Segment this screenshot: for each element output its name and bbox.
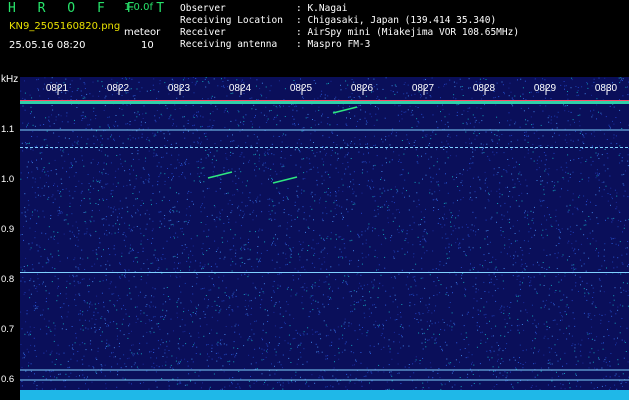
spectrogram-plot[interactable]: 0821 0822 0823 0824 0825 0826 0827 0828 0829 0830 [20,77,629,400]
carrier-band-edge [20,100,629,101]
app-version: 1.0.0f [124,2,153,13]
y-tick-label: 0.8 [1,274,15,285]
x-tick-label: 0829 [534,83,557,94]
location-label: Receiving Location [180,15,283,26]
y-tick-label: 1.0 [1,174,15,185]
meteor-label: meteor [124,27,161,38]
meteor-count: 10 [141,40,154,51]
meteor-echo [272,176,298,184]
x-tick-label: 0821 [46,83,69,94]
y-tick-label: 0.9 [1,224,15,235]
antenna-value: : Maspro FM-3 [296,39,371,50]
meteor-echo [332,106,358,114]
y-tick-label: 0.6 [1,374,15,385]
y-axis-unit: kHz [1,74,19,85]
bottom-noise-strip [20,390,629,400]
antenna-label: Receiving antenna [180,39,278,50]
meteor-echo [207,171,233,179]
x-tick-label: 0830 [595,83,618,94]
observer-value: : K.Nagai [296,3,348,14]
x-tick-label: 0828 [473,83,496,94]
spectrogram-svg: 0821 0822 0823 0824 0825 0826 0827 0828 0829 0830 [20,77,629,400]
file-name: KN9_2505160820.png [9,21,121,32]
y-axis-panel [0,74,20,400]
y-tick-label: 1.1 [1,124,15,135]
receiver-value: : AirSpy mini (Miakejima VOR 108.65MHz) [296,27,520,38]
x-tick-label: 0825 [290,83,313,94]
y-tick-label: 0.7 [1,324,15,335]
x-tick-label: 0827 [412,83,435,94]
capture-datetime: 25.05.16 08:20 [9,40,86,51]
noise-layer [20,77,629,400]
x-tick-label: 0822 [107,83,130,94]
observer-label: Observer [180,3,226,14]
header-panel: H R O F F T 1.0.0f KN9_2505160820.png 25… [0,0,629,74]
location-value: : Chigasaki, Japan (139.414 35.340) [296,15,497,26]
x-tick-label: 0824 [229,83,252,94]
receiver-label: Receiver [180,27,226,38]
x-tick-label: 0823 [168,83,191,94]
x-tick-label: 0826 [351,83,374,94]
